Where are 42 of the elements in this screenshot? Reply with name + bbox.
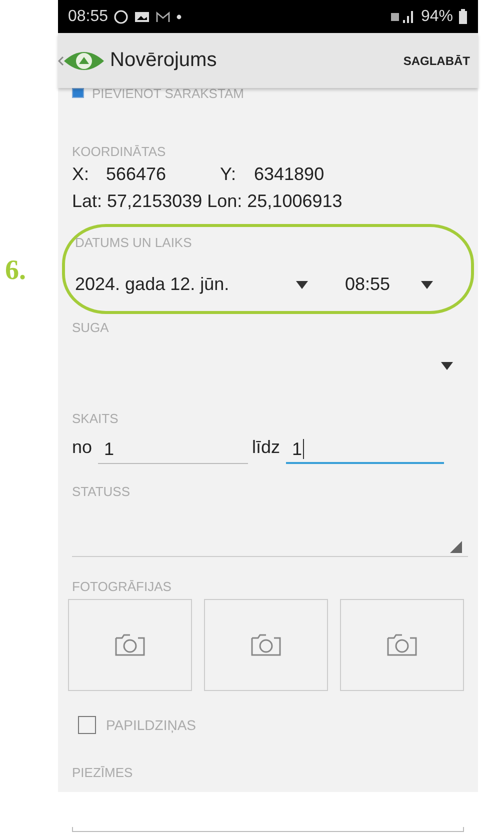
photo-slot[interactable]	[340, 599, 464, 691]
dropdown-arrow-icon[interactable]	[440, 361, 454, 371]
field-label: SKAITS	[72, 411, 120, 426]
camera-icon	[250, 632, 282, 658]
dropdown-arrow-icon	[420, 280, 434, 290]
field-label: PIEZĪMES	[72, 765, 134, 780]
y-label: Y:	[220, 164, 238, 185]
signal-icon	[390, 8, 416, 24]
field-label: FOTOGRĀFIJAS	[72, 579, 172, 594]
clock-time: 08:55	[68, 8, 108, 26]
number-field[interactable]: 1	[98, 436, 248, 464]
range-label: no	[72, 437, 92, 459]
checkbox[interactable]	[72, 88, 84, 98]
photo-slot[interactable]	[204, 599, 328, 691]
field-label: STATUSS	[72, 484, 132, 499]
checkbox-label: PIEVIENOT SARAKSTAM	[92, 86, 244, 100]
camera-icon	[386, 632, 418, 658]
field-label: DATUMS UN LAIKS	[75, 235, 193, 250]
checkbox-label: PAPILDZIŅAS	[106, 717, 196, 733]
dot-icon	[176, 14, 182, 20]
time-dropdown[interactable]: 08:55	[345, 274, 390, 295]
screen-title: Novērojums	[110, 49, 217, 72]
dropdown-arrow-icon	[295, 280, 309, 290]
lat-lon-text: Lat: 57,2153039 Lon: 25,1006913	[72, 191, 344, 212]
battery-percent: 94%	[420, 8, 453, 26]
field-label: KOORDINĀTAS	[72, 144, 167, 159]
camera-icon	[114, 632, 146, 658]
photo-slot[interactable]	[68, 599, 192, 691]
field-label: SUGA	[72, 320, 110, 335]
mail-icon	[155, 10, 172, 24]
x-label: X:	[72, 164, 90, 185]
date-dropdown[interactable]: 2024. gada 12. jūn.	[75, 274, 295, 295]
save-button[interactable]: SAGLABĀT	[397, 48, 476, 74]
battery-icon	[458, 8, 468, 24]
corner-triangle-icon	[450, 541, 462, 553]
x-value: 566476	[106, 164, 168, 185]
step-number: 6.	[5, 255, 26, 287]
range-label: līdz	[252, 437, 280, 459]
image-icon	[134, 10, 150, 24]
checkbox[interactable]	[78, 716, 96, 734]
number-field[interactable]: 1	[286, 436, 444, 464]
y-value: 6341890	[254, 164, 324, 185]
